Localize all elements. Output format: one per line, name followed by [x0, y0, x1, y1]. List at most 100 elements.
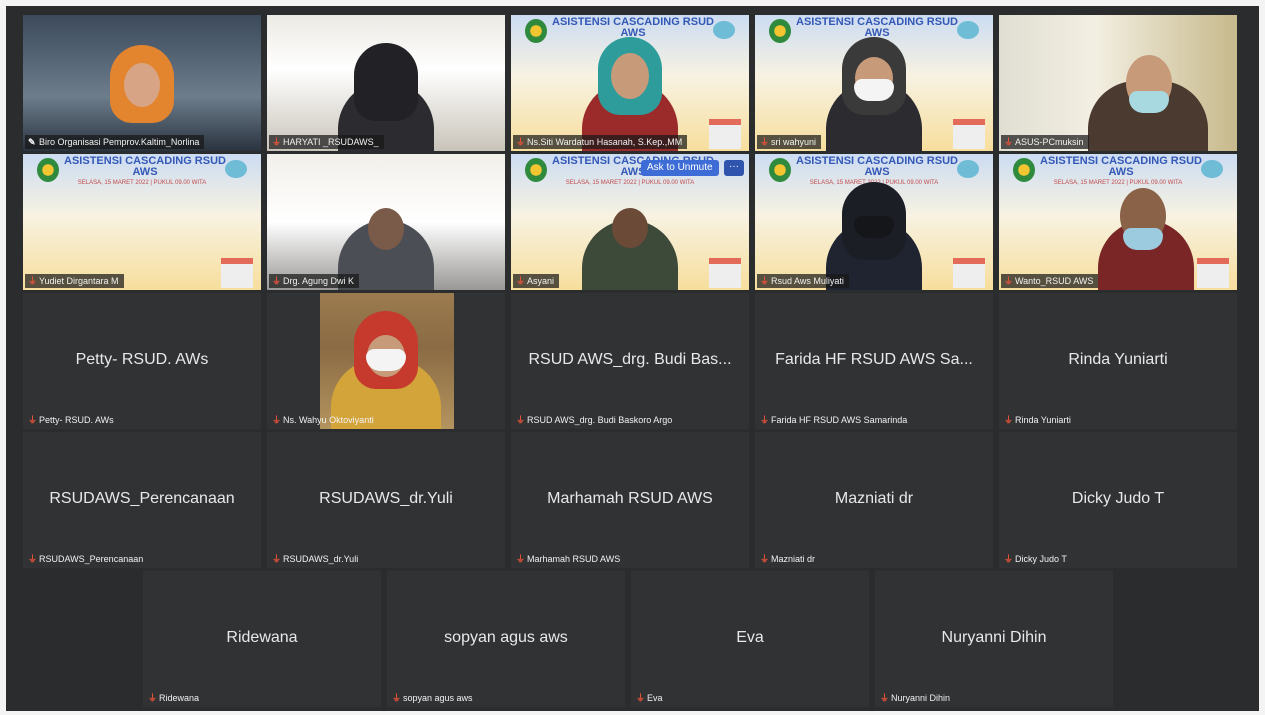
banner-subtitle: SELASA, 15 MARET 2022 | PUKUL 09.00 WITA — [77, 180, 207, 186]
participant-name-label: ⏚ RSUDAWS_dr.Yuli — [272, 554, 359, 564]
participant-name-label: ⏚ Marhamah RSUD AWS — [516, 554, 621, 564]
participant-video-tile[interactable]: ✎ Biro Organisasi Pemprov.Kaltim_Norlina — [23, 15, 261, 151]
participant-name-label: ⏚ Ns. Wahyu Oktoviyanti — [272, 415, 374, 425]
participant-name-tile[interactable]: Rinda Yuniarti ⏚ Rinda Yuniarti — [999, 293, 1237, 429]
participant-display-name: Marhamah RSUD AWS — [547, 490, 713, 507]
participant-name-label: ⏚ Farida HF RSUD AWS Samarinda — [760, 415, 908, 425]
participant-video-tile[interactable]: ⏚ Drg. Agung Dwi K — [267, 154, 505, 290]
emblem-icon — [713, 21, 735, 39]
participant-video-tile[interactable]: ⏚ ASUS-PCmuksin — [999, 15, 1237, 151]
participant-name-label: ⏚ Rsud Aws Muliyati — [757, 274, 849, 288]
participant-name-tile[interactable]: Mazniati dr ⏚ Mazniati dr — [755, 432, 993, 568]
mic-muted-icon: ⏚ — [272, 276, 282, 286]
participant-name-tile[interactable]: Petty- RSUD. AWs ⏚ Petty- RSUD. AWs — [23, 293, 261, 429]
participant-video-tile[interactable]: ⏚ HARYATI _RSUDAWS_ — [267, 15, 505, 151]
mic-muted-icon: ⏚ — [28, 554, 38, 564]
mic-muted-icon: ⏚ — [1004, 137, 1014, 147]
participant-name-label: ⏚ Ns.Siti Wardatun Hasanah, S.Kep.,MM — [513, 135, 688, 149]
mic-muted-icon: ⏚ — [272, 137, 282, 147]
participant-name-label: ⏚ Yudiet Dirgantara M — [25, 274, 124, 288]
participant-video-tile[interactable]: ⏚ Ns. Wahyu Oktoviyanti — [267, 293, 505, 429]
hospital-building-icon — [1197, 258, 1229, 288]
participant-video-tile[interactable]: ASISTENSI CASCADING RSUD AWS SELASA, 15 … — [511, 154, 749, 290]
participant-name-label: ⏚ Eva — [636, 693, 663, 703]
emblem-icon — [525, 19, 547, 43]
banner-title: ASISTENSI CASCADING RSUD AWS — [796, 155, 958, 178]
participant-name-label: ⏚ Ridewana — [148, 693, 200, 703]
emblem-icon — [525, 158, 547, 182]
participant-display-name: sopyan agus aws — [444, 629, 568, 646]
participant-name-tile[interactable]: Farida HF RSUD AWS Sa... ⏚ Farida HF RSUD… — [755, 293, 993, 429]
emblem-icon — [769, 19, 791, 43]
mic-muted-icon: ⏚ — [392, 693, 402, 703]
participant-name-tile[interactable]: Marhamah RSUD AWS ⏚ Marhamah RSUD AWS — [511, 432, 749, 568]
participant-video-tile[interactable]: ASISTENSI CASCADING RSUD AWS ⏚ Ns.Siti Wa… — [511, 15, 749, 151]
mic-muted-icon: ⏚ — [148, 693, 158, 703]
participant-name-label: ⏚ RSUDAWS_Perencanaan — [28, 554, 144, 564]
participant-display-name: Ridewana — [226, 629, 298, 646]
mic-muted-icon: ⏚ — [516, 276, 526, 286]
participant-name-label: ⏚ Mazniati dr — [760, 554, 816, 564]
participant-video-tile[interactable]: ASISTENSI CASCADING RSUD AWS SELASA, 15 … — [755, 154, 993, 290]
participant-video-tile[interactable]: ASISTENSI CASCADING RSUD AWS SELASA, 15 … — [999, 154, 1237, 290]
participant-figure-head — [354, 43, 418, 121]
mic-muted-icon: ⏚ — [1004, 276, 1014, 286]
more-options-button[interactable]: ··· — [724, 160, 744, 176]
mic-muted-icon: ⏚ — [516, 137, 526, 147]
mic-muted-icon: ⏚ — [516, 415, 526, 425]
hospital-building-icon — [953, 119, 985, 149]
participant-name-label: ⏚ RSUD AWS_drg. Budi Baskoro Argo — [516, 415, 673, 425]
participant-name-label: ✎ Biro Organisasi Pemprov.Kaltim_Norlina — [25, 135, 205, 149]
participant-display-name: Nuryanni Dihin — [941, 629, 1047, 646]
mic-muted-icon: ⏚ — [760, 276, 770, 286]
emblem-icon — [769, 158, 791, 182]
face-mask — [854, 216, 894, 238]
hospital-building-icon — [709, 258, 741, 288]
face-mask — [1129, 91, 1169, 113]
participant-video-tile[interactable]: ASISTENSI CASCADING RSUD AWS ⏚ sri wahyun… — [755, 15, 993, 151]
mic-icon: ✎ — [28, 137, 36, 147]
participant-display-name: Farida HF RSUD AWS Sa... — [775, 351, 973, 368]
banner-subtitle: SELASA, 15 MARET 2022 | PUKUL 09.00 WITA — [1053, 180, 1183, 186]
participant-name-tile[interactable]: Eva ⏚ Eva — [631, 571, 869, 707]
participant-name-tile[interactable]: RSUDAWS_Perencanaan ⏚ RSUDAWS_Perencanaan — [23, 432, 261, 568]
participant-face — [124, 63, 160, 107]
participant-name-label: ⏚ Dicky Judo T — [1004, 554, 1067, 564]
participant-name-tile[interactable]: Ridewana ⏚ Ridewana — [143, 571, 381, 707]
mic-muted-icon: ⏚ — [636, 693, 646, 703]
participant-name-label: ⏚ Petty- RSUD. AWs — [28, 415, 114, 425]
face-mask — [1123, 228, 1163, 250]
hospital-building-icon — [709, 119, 741, 149]
participant-face — [612, 208, 648, 248]
participant-name-tile[interactable]: RSUD AWS_drg. Budi Bas... ⏚ RSUD AWS_drg.… — [511, 293, 749, 429]
participant-name-label: ⏚ ASUS-PCmuksin — [1001, 135, 1089, 149]
participant-name-tile[interactable]: Nuryanni Dihin ⏚ Nuryanni Dihin — [875, 571, 1113, 707]
hospital-building-icon — [221, 258, 253, 288]
participant-name-tile[interactable]: sopyan agus aws ⏚ sopyan agus aws — [387, 571, 625, 707]
participant-name-tile[interactable]: Dicky Judo T ⏚ Dicky Judo T — [999, 432, 1237, 568]
participant-name-label: ⏚ Rinda Yuniarti — [1004, 415, 1071, 425]
virtual-background: ASISTENSI CASCADING RSUD AWS SELASA, 15 … — [23, 154, 261, 290]
participant-display-name: Mazniati dr — [834, 490, 914, 507]
banner-title: ASISTENSI CASCADING RSUD AWS — [796, 16, 958, 39]
banner-title: ASISTENSI CASCADING RSUD AWS — [1040, 155, 1202, 178]
participant-name-label: ⏚ Nuryanni Dihin — [880, 693, 951, 703]
banner-title: ASISTENSI CASCADING RSUD AWS — [552, 16, 714, 39]
participant-face — [611, 53, 649, 99]
participant-display-name: RSUDAWS_Perencanaan — [49, 490, 235, 507]
participant-display-name: RSUD AWS_drg. Budi Bas... — [528, 351, 732, 368]
mic-muted-icon: ⏚ — [760, 415, 770, 425]
participant-display-name: Dicky Judo T — [1071, 490, 1165, 507]
participant-video-tile[interactable]: ASISTENSI CASCADING RSUD AWS SELASA, 15 … — [23, 154, 261, 290]
participant-name-tile[interactable]: RSUDAWS_dr.Yuli ⏚ RSUDAWS_dr.Yuli — [267, 432, 505, 568]
emblem-icon — [225, 160, 247, 178]
participant-face — [368, 208, 404, 250]
emblem-icon — [1201, 160, 1223, 178]
participant-display-name: Eva — [736, 629, 764, 646]
mic-muted-icon: ⏚ — [1004, 554, 1014, 564]
mic-muted-icon: ⏚ — [28, 415, 38, 425]
participant-display-name: Rinda Yuniarti — [1068, 351, 1168, 368]
ask-to-unmute-button[interactable]: Ask to Unmute — [641, 160, 719, 176]
hospital-building-icon — [953, 258, 985, 288]
mic-muted-icon: ⏚ — [516, 554, 526, 564]
